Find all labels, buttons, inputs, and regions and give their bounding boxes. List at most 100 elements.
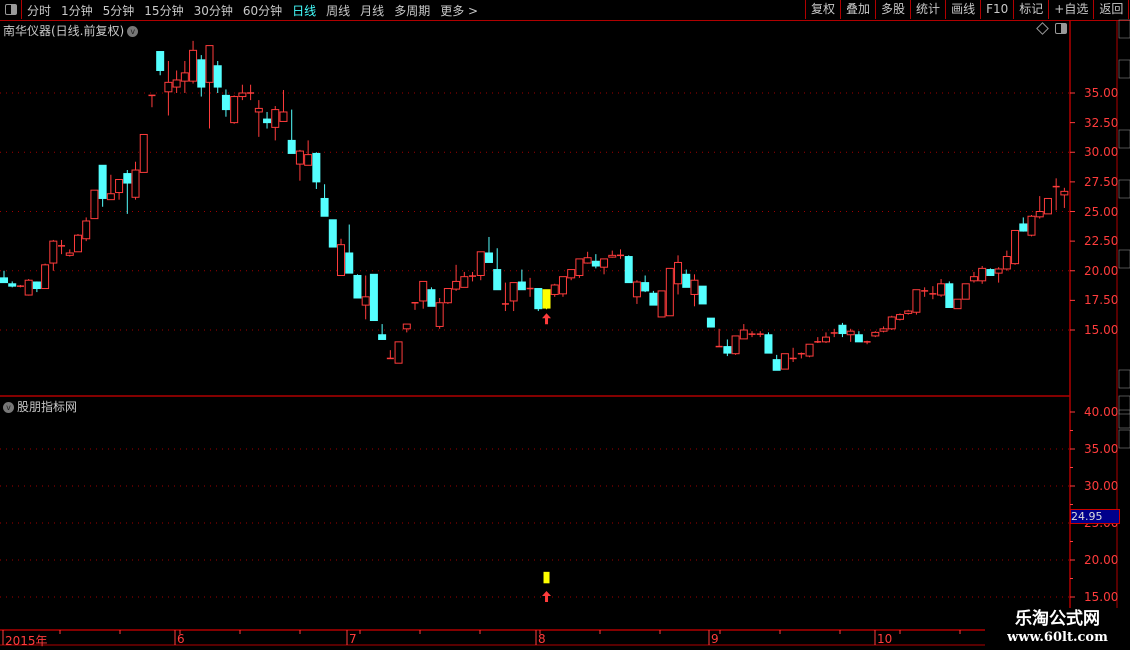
candle-body bbox=[378, 334, 387, 340]
sidebar-cell bbox=[1118, 129, 1130, 149]
candle-body bbox=[583, 257, 592, 264]
candle-body bbox=[180, 72, 189, 82]
x-tick-label: 8 bbox=[538, 632, 546, 646]
candle-body bbox=[337, 244, 346, 276]
candle-body bbox=[164, 81, 173, 93]
candle-body bbox=[1019, 223, 1028, 232]
candle-body bbox=[978, 267, 987, 282]
candle-body bbox=[1027, 215, 1036, 236]
candle-body bbox=[8, 283, 17, 287]
candle-body bbox=[887, 316, 896, 330]
candle-body bbox=[600, 258, 609, 268]
candle-body bbox=[953, 298, 962, 310]
candle-body bbox=[131, 169, 140, 198]
candle-body bbox=[197, 59, 206, 88]
watermark-url: www.60lt.com bbox=[1007, 630, 1108, 645]
watermark-title: 乐淘公式网 bbox=[1015, 609, 1100, 629]
candle-body bbox=[994, 268, 1003, 274]
candle-body bbox=[123, 173, 132, 184]
current-price-label: 24.95 bbox=[1070, 509, 1120, 524]
candle-body bbox=[41, 264, 50, 290]
candle-body bbox=[73, 234, 82, 253]
x-tick-label: 9 bbox=[711, 632, 719, 646]
candle-body bbox=[427, 289, 436, 307]
candle-body bbox=[320, 197, 329, 217]
candle-body bbox=[764, 334, 773, 354]
candle-body bbox=[517, 281, 526, 291]
candle-body bbox=[542, 289, 551, 309]
candle-body bbox=[49, 240, 58, 264]
candle-body bbox=[65, 252, 74, 256]
candle-body bbox=[805, 343, 814, 357]
candle-body bbox=[189, 49, 198, 82]
candle-body bbox=[221, 94, 230, 111]
candle-body bbox=[682, 273, 691, 288]
candle-body bbox=[353, 274, 362, 299]
candle-body bbox=[402, 323, 411, 330]
candle-body bbox=[24, 279, 33, 296]
x-tick-label: 7 bbox=[349, 632, 357, 646]
indicator-name: 股朋指标网 bbox=[17, 400, 78, 414]
candle-body bbox=[969, 276, 978, 282]
candle-body bbox=[904, 310, 913, 314]
candle-body bbox=[279, 111, 288, 122]
y-tick-label: 17.50 bbox=[1084, 293, 1119, 308]
candle-body bbox=[895, 314, 904, 320]
candle-body bbox=[443, 288, 452, 304]
candle-body bbox=[854, 334, 863, 343]
candle-body bbox=[657, 290, 666, 318]
candle-body bbox=[961, 283, 970, 300]
candle-body bbox=[624, 256, 633, 284]
sidebar-cell bbox=[1118, 59, 1130, 79]
x-tick-label: 6 bbox=[177, 632, 185, 646]
y-tick-label: 32.50 bbox=[1084, 115, 1119, 130]
sidebar-cell bbox=[1118, 429, 1130, 449]
signal-arrow-icon bbox=[542, 591, 552, 602]
indicator-title: v 股朋指标网 bbox=[3, 398, 77, 415]
candle-body bbox=[575, 258, 584, 276]
candle-body bbox=[435, 302, 444, 327]
candle-body bbox=[361, 296, 370, 306]
candle-body bbox=[822, 336, 830, 343]
y-tick-label: 35.00 bbox=[1084, 442, 1119, 456]
candle-body bbox=[838, 324, 847, 335]
candle-body bbox=[780, 353, 789, 370]
candle-body bbox=[172, 79, 181, 88]
candle-body bbox=[263, 118, 272, 124]
candle-body bbox=[1060, 190, 1069, 196]
candle-body bbox=[509, 282, 518, 302]
y-tick-label: 40.00 bbox=[1084, 405, 1119, 419]
y-tick-label: 15.00 bbox=[1084, 590, 1119, 604]
signal-arrow-icon bbox=[542, 313, 552, 325]
candle-body bbox=[632, 281, 641, 298]
candle-body bbox=[476, 251, 485, 276]
candle-body bbox=[1043, 197, 1052, 215]
chevron-down-icon[interactable]: v bbox=[3, 402, 14, 413]
y-tick-label: 20.00 bbox=[1084, 553, 1119, 567]
candle-body bbox=[205, 45, 214, 83]
candle-body bbox=[690, 279, 699, 295]
y-tick-label: 25.00 bbox=[1084, 204, 1119, 219]
candle-body bbox=[772, 359, 781, 371]
candle-body bbox=[345, 252, 354, 274]
candle-body bbox=[674, 261, 683, 285]
candle-body bbox=[32, 281, 41, 290]
x-tick-label: 10 bbox=[877, 632, 893, 646]
candle-body bbox=[986, 269, 995, 276]
candle-body bbox=[649, 292, 658, 306]
candle-body bbox=[271, 109, 280, 128]
y-tick-label: 27.50 bbox=[1084, 174, 1119, 189]
x-tick-label: 2015年 bbox=[5, 634, 48, 648]
candle-body bbox=[484, 252, 493, 263]
candle-body bbox=[591, 260, 600, 267]
candle-body bbox=[460, 276, 469, 288]
candle-body bbox=[550, 284, 559, 295]
sidebar-cell bbox=[1118, 19, 1130, 39]
candle-body bbox=[534, 288, 543, 310]
candle-body bbox=[369, 273, 378, 322]
candle-body bbox=[328, 219, 337, 248]
candle-body bbox=[106, 193, 115, 201]
candle-body bbox=[846, 330, 855, 336]
y-tick-label: 35.00 bbox=[1084, 86, 1119, 100]
candle-body bbox=[493, 269, 502, 291]
